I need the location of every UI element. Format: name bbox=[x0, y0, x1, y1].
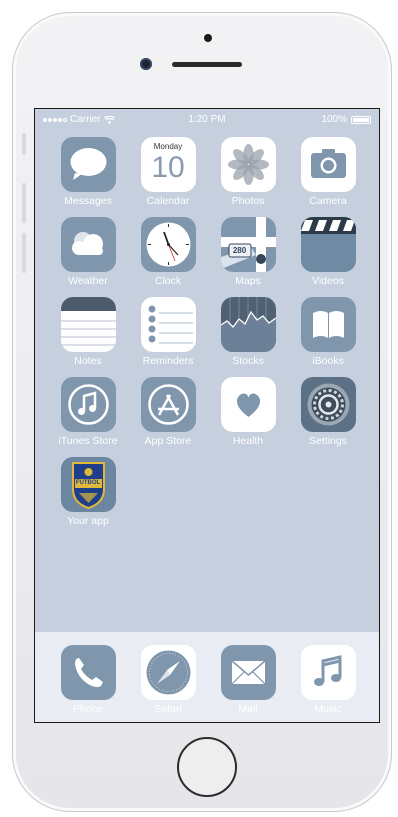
notes-icon bbox=[60, 297, 116, 352]
safari-icon bbox=[140, 645, 196, 700]
dock-phone[interactable]: Phone bbox=[48, 645, 128, 715]
app-label: Safari bbox=[154, 703, 182, 715]
app-label: iTunes Store bbox=[58, 435, 118, 447]
app-your-app[interactable]: FUTBOL Your app bbox=[48, 457, 128, 527]
app-label: Camera bbox=[309, 195, 347, 207]
app-settings[interactable]: Settings bbox=[288, 377, 368, 447]
app-label: Photos bbox=[231, 195, 265, 207]
battery-icon bbox=[351, 115, 371, 124]
dock: Phone Safari Mail Music bbox=[35, 632, 379, 722]
app-label: Phone bbox=[72, 703, 104, 715]
mail-icon bbox=[220, 645, 276, 700]
earpiece-speaker bbox=[172, 62, 242, 67]
app-label: Videos bbox=[312, 275, 344, 287]
weather-icon bbox=[60, 217, 116, 272]
health-icon bbox=[220, 377, 276, 432]
app-label: Weather bbox=[68, 275, 108, 287]
home-screen: Carrier 1:20 PM 100% Messages Monday 10 bbox=[34, 108, 380, 723]
app-app-store[interactable]: App Store bbox=[128, 377, 208, 447]
app-notes[interactable]: Notes bbox=[48, 297, 128, 367]
app-videos[interactable]: Videos bbox=[288, 217, 368, 287]
app-health[interactable]: Health bbox=[208, 377, 288, 447]
home-button[interactable] bbox=[177, 737, 237, 797]
camera-icon bbox=[300, 137, 356, 192]
dock-music[interactable]: Music bbox=[288, 645, 368, 715]
calendar-weekday: Monday bbox=[153, 142, 183, 151]
app-label: App Store bbox=[144, 435, 192, 447]
calendar-day: 10 bbox=[151, 151, 185, 184]
photos-icon bbox=[220, 137, 276, 192]
music-icon bbox=[300, 645, 356, 700]
volume-down-button bbox=[22, 233, 26, 273]
app-weather[interactable]: Weather bbox=[48, 217, 128, 287]
dock-safari[interactable]: Safari bbox=[128, 645, 208, 715]
messages-icon bbox=[60, 137, 116, 192]
battery-percent: 100% bbox=[321, 114, 347, 125]
maps-road-sign: 280 bbox=[232, 246, 247, 255]
app-reminders[interactable]: Reminders bbox=[128, 297, 208, 367]
dock-mail[interactable]: Mail bbox=[208, 645, 288, 715]
app-clock[interactable]: Clock bbox=[128, 217, 208, 287]
maps-icon: 280 bbox=[220, 217, 276, 272]
app-label: Messages bbox=[64, 195, 112, 207]
phone-icon bbox=[60, 645, 116, 700]
stocks-icon bbox=[220, 297, 276, 352]
app-ibooks[interactable]: iBooks bbox=[288, 297, 368, 367]
app-label: Mail bbox=[238, 703, 258, 715]
app-label: Clock bbox=[154, 275, 182, 287]
ibooks-icon bbox=[300, 297, 356, 352]
itunes-icon bbox=[60, 377, 116, 432]
app-maps[interactable]: 280 Maps bbox=[208, 217, 288, 287]
app-label: Your app bbox=[67, 515, 109, 527]
app-label: Health bbox=[232, 435, 264, 447]
app-label: Music bbox=[314, 703, 342, 715]
app-label: Stocks bbox=[232, 355, 264, 367]
app-label: iBooks bbox=[312, 355, 344, 367]
calendar-icon: Monday 10 bbox=[140, 137, 196, 192]
app-label: Reminders bbox=[142, 355, 194, 367]
app-label: Maps bbox=[235, 275, 261, 287]
app-label: Settings bbox=[309, 435, 347, 447]
your-app-badge-text: FUTBOL bbox=[75, 480, 101, 486]
clock-icon bbox=[140, 217, 196, 272]
app-itunes-store[interactable]: iTunes Store bbox=[48, 377, 128, 447]
app-store-icon bbox=[140, 377, 196, 432]
app-camera[interactable]: Camera bbox=[288, 137, 368, 207]
your-app-icon: FUTBOL bbox=[60, 457, 116, 512]
videos-icon bbox=[300, 217, 356, 272]
volume-up-button bbox=[22, 183, 26, 223]
mute-switch bbox=[22, 133, 26, 155]
status-bar: Carrier 1:20 PM 100% bbox=[35, 109, 379, 131]
app-messages[interactable]: Messages bbox=[48, 137, 128, 207]
front-camera bbox=[140, 58, 152, 70]
proximity-sensor bbox=[204, 34, 212, 42]
app-calendar[interactable]: Monday 10 Calendar bbox=[128, 137, 208, 207]
app-stocks[interactable]: Stocks bbox=[208, 297, 288, 367]
app-label: Calendar bbox=[146, 195, 190, 207]
settings-icon bbox=[300, 377, 356, 432]
app-label: Notes bbox=[74, 355, 102, 367]
app-photos[interactable]: Photos bbox=[208, 137, 288, 207]
reminders-icon bbox=[140, 297, 196, 352]
